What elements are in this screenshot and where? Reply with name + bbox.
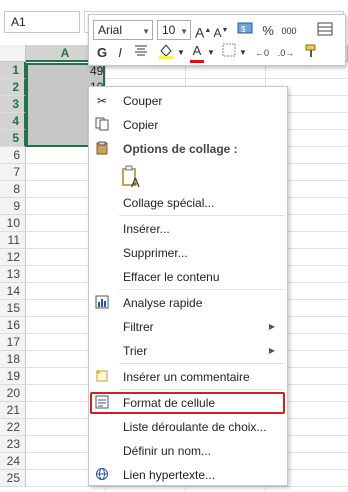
font-size-select[interactable]: 10 ▼: [157, 20, 191, 40]
row-header[interactable]: 17: [0, 334, 26, 351]
borders-icon[interactable]: [221, 43, 237, 63]
menu-separator: [119, 389, 285, 390]
quick-analysis-icon: [93, 295, 111, 311]
menu-item-options-collage: Options de collage :: [89, 138, 287, 160]
svg-text:A: A: [131, 175, 140, 189]
menu-item-definir-nom[interactable]: Définir un nom...: [89, 440, 287, 462]
row-header[interactable]: 21: [0, 402, 26, 419]
number-format-icon[interactable]: $: [235, 21, 257, 43]
row-header[interactable]: 6: [0, 147, 26, 164]
highlight-box: [90, 392, 285, 414]
row-header[interactable]: 7: [0, 164, 26, 181]
menu-separator: [119, 363, 285, 364]
svg-text:$: $: [241, 25, 246, 34]
mini-toolbar: Arial ▼ 10 ▼ A▲ A▼ $ % 000 G I ▼ A ▼ ▼ ←0 …: [88, 14, 346, 66]
row-header[interactable]: 24: [0, 453, 26, 470]
chevron-down-icon[interactable]: ▼: [207, 43, 215, 63]
chevron-down-icon: ▼: [142, 27, 150, 36]
row-header[interactable]: 15: [0, 300, 26, 317]
context-menu: ✂ Couper Copier Options de collage : A C…: [88, 86, 288, 486]
row-header[interactable]: 10: [0, 215, 26, 232]
paste-option[interactable]: A: [89, 163, 287, 193]
row-header[interactable]: 9: [0, 198, 26, 215]
chevron-down-icon[interactable]: ▼: [177, 43, 185, 63]
row-header[interactable]: 8: [0, 181, 26, 198]
copy-icon: [93, 117, 111, 133]
menu-item-lien-hypertexte[interactable]: Lien hypertexte...: [89, 464, 287, 486]
row-header[interactable]: 22: [0, 419, 26, 436]
row-header[interactable]: 12: [0, 249, 26, 266]
cell-a1-value: 49: [90, 64, 104, 78]
gridline-horizontal: [26, 486, 348, 487]
menu-separator: [119, 215, 285, 216]
row-header[interactable]: 20: [0, 385, 26, 402]
thousands-separator-icon[interactable]: 000: [279, 21, 299, 41]
grow-font-icon[interactable]: A▲: [195, 21, 211, 43]
increase-decimal-icon[interactable]: ←0: [253, 43, 271, 63]
select-all-corner[interactable]: [0, 45, 26, 62]
menu-item-inserer-commentaire[interactable]: Insérer un commentaire: [89, 366, 287, 388]
chevron-down-icon[interactable]: ▼: [239, 43, 247, 63]
row-header[interactable]: 25: [0, 470, 26, 487]
menu-separator: [119, 289, 285, 290]
row-header[interactable]: 4: [0, 113, 26, 130]
row-header[interactable]: 16: [0, 317, 26, 334]
comment-icon: [93, 369, 111, 385]
row-header[interactable]: 13: [0, 266, 26, 283]
menu-item-supprimer[interactable]: Supprimer...: [89, 242, 287, 264]
menu-item-liste-deroulante[interactable]: Liste déroulante de choix...: [89, 416, 287, 438]
bold-icon[interactable]: G: [95, 43, 109, 63]
font-color-icon[interactable]: A: [189, 41, 205, 63]
align-center-icon[interactable]: [133, 43, 149, 63]
scissors-icon: ✂: [96, 94, 108, 108]
menu-item-couper[interactable]: ✂ Couper: [89, 90, 287, 112]
chevron-down-icon: ▼: [180, 27, 188, 36]
italic-icon[interactable]: I: [113, 43, 127, 63]
row-header[interactable]: 11: [0, 232, 26, 249]
row-header[interactable]: 19: [0, 368, 26, 385]
chevron-right-icon: ▶: [268, 346, 275, 355]
paste-icon: [93, 141, 111, 157]
row-header[interactable]: 3: [0, 96, 26, 113]
row-header[interactable]: 14: [0, 283, 26, 300]
font-name-select[interactable]: Arial ▼: [93, 20, 153, 40]
row-header[interactable]: 18: [0, 351, 26, 368]
format-table-icon[interactable]: [315, 21, 335, 43]
shrink-font-icon[interactable]: A▼: [213, 21, 229, 43]
hyperlink-icon: [93, 467, 111, 483]
menu-item-copier[interactable]: Copier: [89, 114, 287, 136]
row-header[interactable]: 23: [0, 436, 26, 453]
menu-item-trier[interactable]: Trier ▶: [89, 340, 287, 362]
menu-item-inserer[interactable]: Insérer...: [89, 218, 287, 240]
row-header[interactable]: 5: [0, 130, 26, 147]
row-header[interactable]: 2: [0, 79, 26, 96]
decrease-decimal-icon[interactable]: .0→: [277, 43, 295, 63]
percent-icon[interactable]: %: [261, 21, 275, 41]
menu-item-filtrer[interactable]: Filtrer ▶: [89, 316, 287, 338]
name-box-value: A1: [11, 15, 26, 29]
name-box[interactable]: A1: [4, 11, 80, 33]
format-painter-icon[interactable]: [303, 43, 321, 65]
chevron-right-icon: ▶: [268, 322, 275, 331]
row-header[interactable]: 1: [0, 62, 26, 79]
menu-item-analyse-rapide[interactable]: Analyse rapide: [89, 292, 287, 314]
menu-item-effacer-contenu[interactable]: Effacer le contenu: [89, 266, 287, 288]
fill-color-icon[interactable]: [157, 42, 175, 66]
menu-item-collage-special[interactable]: Collage spécial...: [89, 192, 287, 214]
